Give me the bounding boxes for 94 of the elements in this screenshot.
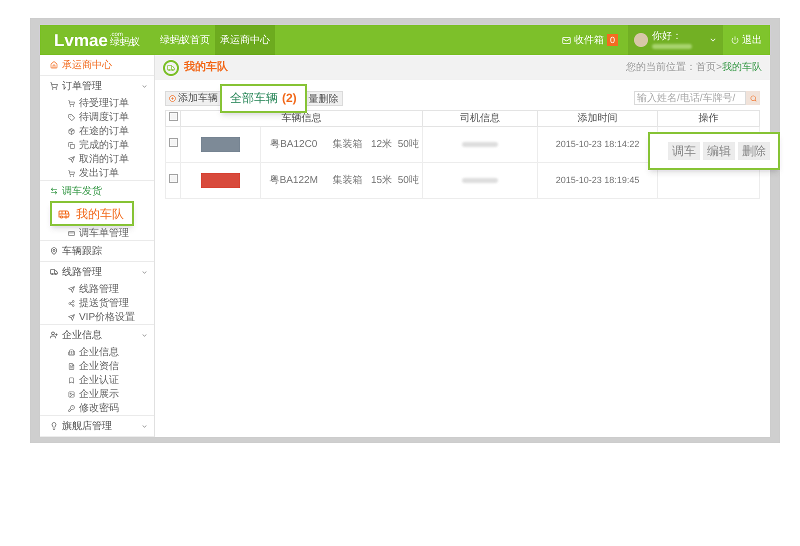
column-header: 车辆信息 [180, 110, 423, 126]
sidebar-subitem[interactable]: 企业展示 [40, 387, 154, 401]
menu-icon [68, 128, 75, 134]
checkbox[interactable] [168, 138, 178, 147]
menu-icon [68, 300, 75, 306]
inbox-link[interactable]: 收件箱 0 [562, 25, 628, 55]
menu-icon [68, 170, 75, 176]
menu-icon [68, 230, 75, 236]
menu-icon [68, 142, 75, 148]
table-cell: 50吨 [394, 162, 423, 198]
sidebar-subitem[interactable]: 线路管理 [40, 282, 154, 296]
power-icon [731, 36, 739, 44]
sidebar-item[interactable]: 订单管理 [40, 76, 154, 96]
arrows-icon [50, 187, 58, 195]
checkbox[interactable] [168, 174, 178, 183]
chevron-icon [141, 82, 148, 90]
action-button[interactable]: 调车 [668, 142, 700, 160]
page-title: 我的车队 [184, 60, 229, 76]
avatar [634, 33, 648, 47]
sidebar-subitem[interactable]: 待调度订单 [40, 110, 154, 124]
table-cell: 50吨 [394, 126, 423, 162]
sidebar-item[interactable]: 调车发货 [40, 181, 154, 201]
blurred-username [652, 44, 692, 48]
breadcrumb-link[interactable]: 我的车队 [722, 62, 762, 73]
action-button[interactable]: 删除 [738, 142, 770, 160]
checkbox[interactable] [168, 112, 178, 121]
table-cell: 粤BA122M [260, 162, 326, 198]
menu-icon [68, 114, 75, 120]
callout-count: (2) [282, 90, 297, 107]
menu-icon [68, 376, 75, 384]
action-button[interactable]: 编辑 [703, 142, 735, 160]
sidebar-subitem[interactable]: 企业认证 [40, 373, 154, 387]
menu-icon [68, 286, 75, 292]
sidebar-subitem[interactable]: 取消的订单 [40, 152, 154, 166]
column-header: 司机信息 [422, 110, 538, 126]
menu-icon [68, 314, 75, 320]
chevron-icon [141, 422, 148, 430]
table-cell: 12米 [368, 126, 394, 162]
blurred-text [462, 142, 498, 147]
map-pin-icon [50, 247, 58, 255]
sidebar-item[interactable]: 线路管理 [40, 262, 154, 282]
sidebar-item[interactable]: 旗舰店管理 [40, 416, 154, 436]
photo-placeholder [201, 136, 240, 152]
home-icon [50, 61, 58, 69]
table-cell: 集装箱 [326, 162, 368, 198]
sidebar-subitem[interactable]: 待受理订单 [40, 96, 154, 110]
column-header: 添加时间 [538, 110, 658, 126]
sidebar-subitem[interactable]: 完成的订单 [40, 138, 154, 152]
mail-icon [562, 36, 571, 44]
menu-icon [68, 348, 75, 356]
menu-icon [68, 100, 75, 106]
table-cell: 粤BA12C0 [260, 126, 326, 162]
cart-icon [50, 82, 58, 90]
column-header: 操作 [658, 110, 760, 126]
blurred-text [462, 178, 498, 183]
logo-subtitle: 绿蚂蚁 [110, 38, 140, 48]
sidebar-subitem[interactable]: 提送货管理 [40, 296, 154, 310]
lightbulb-icon [50, 422, 58, 430]
sidebar-subitem[interactable]: 企业资信 [40, 359, 154, 373]
chevron-icon [141, 268, 148, 276]
menu-icon [68, 390, 75, 398]
truck-icon [50, 268, 58, 276]
table-cell: 15米 [368, 162, 394, 198]
add-vehicle-button[interactable]: 添加车辆 [165, 90, 222, 106]
sidebar-item[interactable]: 承运商中心 [40, 55, 154, 75]
truck-icon [163, 60, 179, 76]
menu-icon [68, 404, 75, 412]
menu-icon [68, 362, 75, 370]
plus-icon [169, 94, 176, 102]
bus-icon [58, 208, 70, 220]
sidebar-subitem[interactable]: 在途的订单 [40, 124, 154, 138]
user-plus-icon [50, 331, 58, 339]
sidebar-subitem[interactable]: 修改密码 [40, 401, 154, 415]
sidebar-subitem[interactable]: 发出订单 [40, 166, 154, 180]
search-button[interactable] [746, 91, 760, 105]
caret-icon [709, 36, 717, 44]
callout-label: 全部车辆 [230, 90, 278, 107]
greeting: 你好： [652, 32, 683, 42]
logo-text: Lvmae [54, 32, 108, 48]
count-badge: 0 [606, 34, 618, 46]
search-icon [750, 94, 756, 102]
sidebar-subitem[interactable]: 调车单管理 [40, 226, 154, 240]
sidebar-subitem[interactable]: VIP价格设置 [40, 310, 154, 324]
callout-label: 我的车队 [76, 206, 124, 222]
chevron-icon [141, 332, 148, 338]
sidebar-item[interactable]: 企业信息 [40, 325, 154, 345]
breadcrumb: 您的当前位置：首页>我的车队 [626, 60, 762, 75]
sidebar-subitem[interactable]: 企业信息 [40, 345, 154, 359]
table-cell: 集装箱 [326, 126, 368, 162]
delete-button[interactable]: 量删除 [304, 90, 343, 106]
sidebar-item[interactable]: 车辆跟踪 [40, 241, 154, 261]
search-field[interactable]: 输入姓名/电话/车牌号/ [634, 91, 746, 105]
menu-icon [68, 156, 75, 162]
photo-placeholder [201, 172, 240, 188]
